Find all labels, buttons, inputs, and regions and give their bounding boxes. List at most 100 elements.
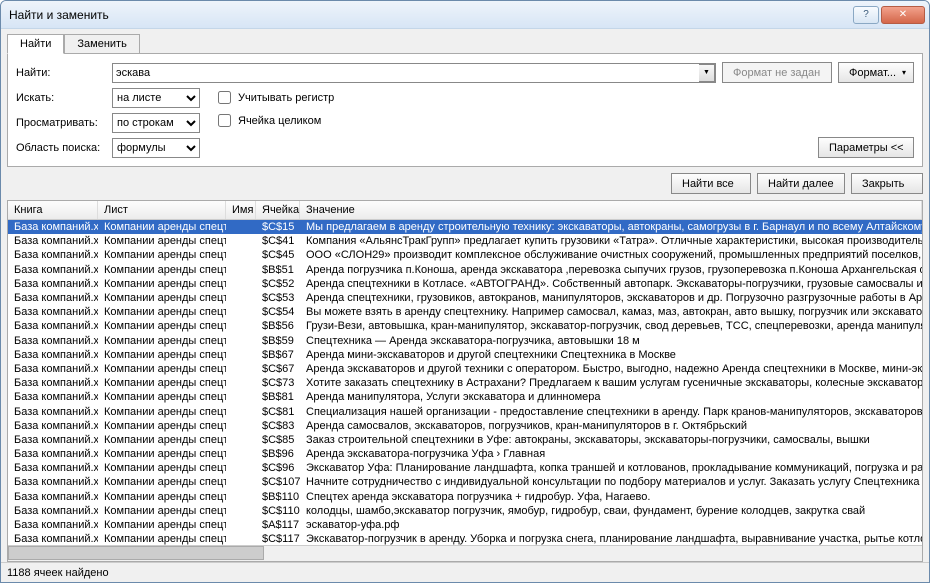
cell-sheet: Компании аренды спецтехники bbox=[98, 420, 226, 432]
cell-value: Заказ строительной спецтехники в Уфе: ав… bbox=[300, 434, 922, 446]
help-button[interactable]: ? bbox=[853, 6, 879, 24]
table-row[interactable]: База компаний.xlsxКомпании аренды спецте… bbox=[8, 376, 922, 390]
cell-value: Аренда спецтехники, грузовиков, автокран… bbox=[300, 292, 922, 304]
results-body[interactable]: База компаний.xlsxКомпании аренды спецте… bbox=[8, 220, 922, 545]
close-button[interactable]: Закрыть bbox=[851, 173, 923, 194]
titlebar: Найти и заменить ? ✕ bbox=[1, 1, 929, 29]
table-row[interactable]: База компаний.xlsxКомпании аренды спецте… bbox=[8, 234, 922, 248]
table-row[interactable]: База компаний.xlsxКомпании аренды спецте… bbox=[8, 334, 922, 348]
cell-ref: $C$83 bbox=[256, 420, 300, 432]
tab-find[interactable]: Найти bbox=[7, 34, 64, 54]
area-select[interactable]: формулы bbox=[112, 138, 200, 158]
col-header-name[interactable]: Имя bbox=[226, 201, 256, 219]
table-row[interactable]: База компаний.xlsxКомпании аренды спецте… bbox=[8, 447, 922, 461]
table-row[interactable]: База компаний.xlsxКомпании аренды спецте… bbox=[8, 518, 922, 532]
cell-value: колодцы, шамбо,экскаватор погрузчик, ямо… bbox=[300, 505, 922, 517]
cell-sheet: Компании аренды спецтехники bbox=[98, 377, 226, 389]
table-row[interactable]: База компаний.xlsxКомпании аренды спецте… bbox=[8, 277, 922, 291]
table-row[interactable]: База компаний.xlsxКомпании аренды спецте… bbox=[8, 291, 922, 305]
cell-ref: $C$41 bbox=[256, 235, 300, 247]
parameters-button[interactable]: Параметры << bbox=[818, 137, 914, 158]
cell-sheet: Компании аренды спецтехники bbox=[98, 363, 226, 375]
cell-ref: $C$67 bbox=[256, 363, 300, 375]
whole-cell-label: Ячейка целиком bbox=[238, 115, 321, 127]
cell-book: База компаний.xlsx bbox=[8, 505, 98, 517]
look-in-select[interactable]: на листе bbox=[112, 88, 200, 108]
cell-value: Спецтех аренда экскаватора погрузчика + … bbox=[300, 491, 922, 503]
table-row[interactable]: База компаний.xlsxКомпании аренды спецте… bbox=[8, 475, 922, 489]
cell-value: Аренда самосвалов, экскаваторов, погрузч… bbox=[300, 420, 922, 432]
col-header-sheet[interactable]: Лист bbox=[98, 201, 226, 219]
col-header-cell[interactable]: Ячейка bbox=[256, 201, 300, 219]
table-row[interactable]: База компаний.xlsxКомпании аренды спецте… bbox=[8, 348, 922, 362]
cell-book: База компаний.xlsx bbox=[8, 249, 98, 261]
cell-book: База компаний.xlsx bbox=[8, 420, 98, 432]
cell-sheet: Компании аренды спецтехники bbox=[98, 533, 226, 545]
format-unset-label: Формат не задан bbox=[722, 62, 832, 83]
cell-sheet: Компании аренды спецтехники bbox=[98, 476, 226, 488]
scrollbar-thumb[interactable] bbox=[8, 546, 264, 560]
find-next-button[interactable]: Найти далее bbox=[757, 173, 845, 194]
cell-book: База компаний.xlsx bbox=[8, 462, 98, 474]
col-header-book[interactable]: Книга bbox=[8, 201, 98, 219]
tab-replace[interactable]: Заменить bbox=[64, 34, 139, 54]
dialog-find-replace: Найти и заменить ? ✕ Найти Заменить Найт… bbox=[0, 0, 930, 583]
results-header: Книга Лист Имя Ячейка Значение bbox=[8, 201, 922, 220]
table-row[interactable]: База компаний.xlsxКомпании аренды спецте… bbox=[8, 390, 922, 404]
format-button[interactable]: Формат... bbox=[838, 62, 914, 83]
look-in-label: Искать: bbox=[16, 92, 106, 104]
cell-ref: $A$117 bbox=[256, 519, 300, 531]
close-window-button[interactable]: ✕ bbox=[881, 6, 925, 24]
cell-sheet: Компании аренды спецтехники bbox=[98, 335, 226, 347]
col-header-value[interactable]: Значение bbox=[300, 201, 922, 219]
horizontal-scrollbar[interactable] bbox=[8, 545, 922, 561]
match-case-checkbox[interactable] bbox=[218, 91, 231, 104]
cell-book: База компаний.xlsx bbox=[8, 235, 98, 247]
whole-cell-checkbox[interactable] bbox=[218, 114, 231, 127]
cell-ref: $C$110 bbox=[256, 505, 300, 517]
cell-sheet: Компании аренды спецтехники bbox=[98, 320, 226, 332]
cell-sheet: Компании аренды спецтехники bbox=[98, 235, 226, 247]
cell-ref: $C$45 bbox=[256, 249, 300, 261]
table-row[interactable]: База компаний.xlsxКомпании аренды спецте… bbox=[8, 263, 922, 277]
cell-value: Хотите заказать спецтехнику в Астрахани?… bbox=[300, 377, 922, 389]
table-row[interactable]: База компаний.xlsxКомпании аренды спецте… bbox=[8, 319, 922, 333]
action-buttons: Найти все Найти далее Закрыть bbox=[1, 167, 929, 200]
table-row[interactable]: База компаний.xlsxКомпании аренды спецте… bbox=[8, 419, 922, 433]
cell-ref: $C$85 bbox=[256, 434, 300, 446]
window-title: Найти и заменить bbox=[5, 8, 853, 22]
table-row[interactable]: База компаний.xlsxКомпании аренды спецте… bbox=[8, 248, 922, 262]
table-row[interactable]: База компаний.xlsxКомпании аренды спецте… bbox=[8, 532, 922, 545]
find-input[interactable] bbox=[112, 63, 716, 83]
cell-sheet: Компании аренды спецтехники bbox=[98, 349, 226, 361]
area-label: Область поиска: bbox=[16, 142, 106, 154]
cell-book: База компаний.xlsx bbox=[8, 349, 98, 361]
table-row[interactable]: База компаний.xlsxКомпании аренды спецте… bbox=[8, 305, 922, 319]
cell-book: База компаний.xlsx bbox=[8, 264, 98, 276]
table-row[interactable]: База компаний.xlsxКомпании аренды спецте… bbox=[8, 404, 922, 418]
cell-sheet: Компании аренды спецтехники bbox=[98, 306, 226, 318]
table-row[interactable]: База компаний.xlsxКомпании аренды спецте… bbox=[8, 362, 922, 376]
browse-label: Просматривать: bbox=[16, 117, 106, 129]
cell-value: ООО «СЛОН29» производит комплексное обсл… bbox=[300, 249, 922, 261]
cell-ref: $B$96 bbox=[256, 448, 300, 460]
results-grid: Книга Лист Имя Ячейка Значение База комп… bbox=[7, 200, 923, 562]
status-text: 1188 ячеек найдено bbox=[7, 567, 109, 579]
cell-ref: $C$117 bbox=[256, 533, 300, 545]
find-label: Найти: bbox=[16, 67, 106, 79]
table-row[interactable]: База компаний.xlsxКомпании аренды спецте… bbox=[8, 490, 922, 504]
table-row[interactable]: База компаний.xlsxКомпании аренды спецте… bbox=[8, 504, 922, 518]
find-all-button[interactable]: Найти все bbox=[671, 173, 751, 194]
table-row[interactable]: База компаний.xlsxКомпании аренды спецте… bbox=[8, 461, 922, 475]
cell-book: База компаний.xlsx bbox=[8, 533, 98, 545]
browse-select[interactable]: по строкам bbox=[112, 113, 200, 133]
table-row[interactable]: База компаний.xlsxКомпании аренды спецте… bbox=[8, 220, 922, 234]
cell-book: База компаний.xlsx bbox=[8, 221, 98, 233]
cell-ref: $B$56 bbox=[256, 320, 300, 332]
cell-value: Спецтехника — Аренда экскаватора-погрузч… bbox=[300, 335, 922, 347]
find-history-dropdown[interactable]: ▼ bbox=[699, 64, 715, 82]
table-row[interactable]: База компаний.xlsxКомпании аренды спецте… bbox=[8, 433, 922, 447]
cell-sheet: Компании аренды спецтехники bbox=[98, 264, 226, 276]
cell-sheet: Компании аренды спецтехники bbox=[98, 505, 226, 517]
cell-sheet: Компании аренды спецтехники bbox=[98, 249, 226, 261]
